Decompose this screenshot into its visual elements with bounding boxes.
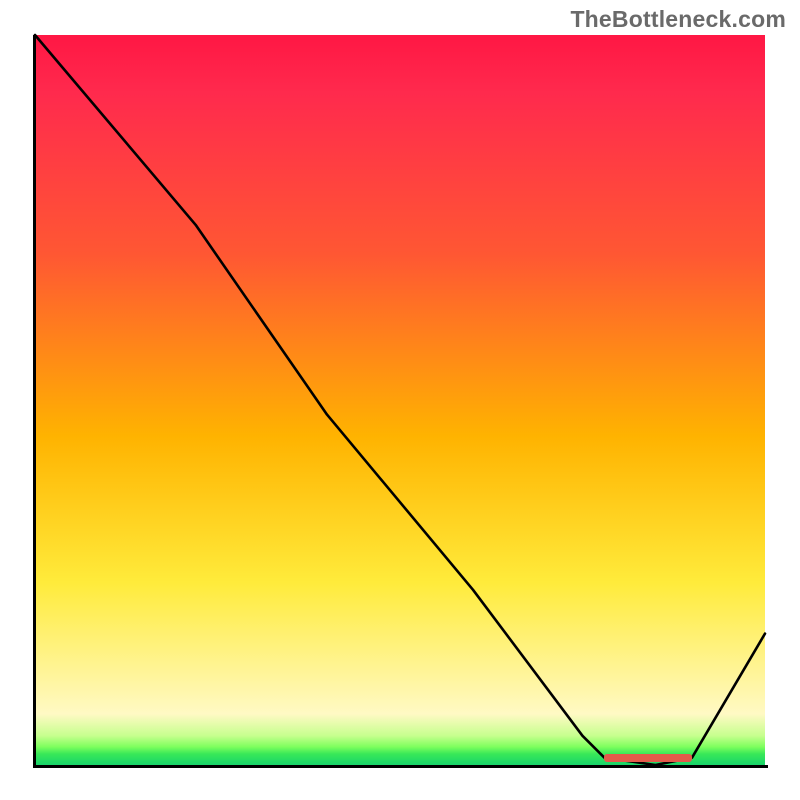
optimal-range-marker [604,754,692,762]
chart-container: TheBottleneck.com [0,0,800,800]
plot-area [35,35,765,765]
watermark-text: TheBottleneck.com [570,6,786,33]
y-axis-line [33,35,36,768]
x-axis-line [33,765,768,768]
bottleneck-curve [35,35,765,765]
